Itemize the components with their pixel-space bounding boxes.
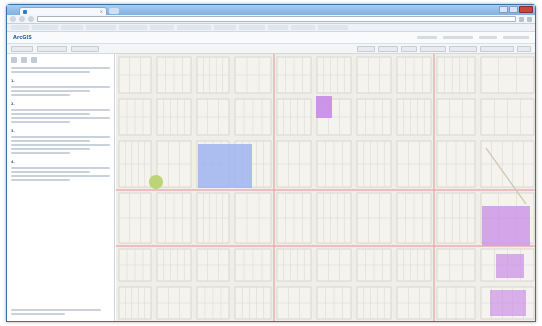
toolbar-button[interactable] — [449, 45, 477, 52]
toolbar-button[interactable] — [37, 45, 67, 52]
forward-icon[interactable] — [19, 16, 25, 22]
bookmark-item[interactable] — [268, 25, 288, 30]
bookmark-item[interactable] — [86, 25, 116, 30]
sidebar-step: 4. — [11, 159, 110, 181]
text-line — [11, 121, 71, 123]
text-line — [11, 152, 71, 154]
highlighted-parcel — [482, 206, 530, 246]
app-content: 1. 2. 3. 4. — [7, 54, 535, 321]
text-line — [11, 136, 110, 138]
app-header: ArcGIS — [7, 32, 535, 44]
header-link[interactable] — [417, 36, 437, 39]
bookmark-item[interactable] — [11, 25, 29, 30]
text-line — [11, 71, 91, 73]
bookmark-item[interactable] — [318, 25, 348, 30]
bookmark-item[interactable] — [177, 25, 211, 30]
bookmark-item[interactable] — [61, 25, 83, 30]
bookmark-item[interactable] — [214, 25, 236, 30]
selected-area — [198, 144, 252, 188]
browser-tab[interactable]: × — [19, 7, 107, 15]
browser-titlebar: × — [7, 5, 535, 15]
star-icon[interactable] — [519, 16, 524, 22]
text-line — [11, 309, 101, 311]
highlighted-parcel — [496, 254, 524, 278]
step-number: 3. — [11, 129, 15, 133]
sidebar-intro — [11, 67, 110, 73]
bookmarks-bar — [7, 24, 535, 32]
header-links — [417, 36, 529, 39]
minimize-button[interactable] — [499, 6, 508, 13]
text-line — [11, 148, 91, 150]
sidebar-step: 3. — [11, 128, 110, 154]
text-line — [11, 144, 110, 146]
map-view[interactable] — [116, 54, 535, 321]
text-line — [11, 67, 110, 69]
text-line — [11, 140, 91, 142]
toolbar-left-group — [11, 45, 99, 52]
text-line — [11, 179, 71, 181]
toolbar-button[interactable] — [71, 45, 99, 52]
map-toolbar — [7, 44, 535, 54]
header-link[interactable] — [503, 36, 529, 39]
new-tab-button[interactable] — [109, 8, 119, 14]
sidebar-tabs — [11, 57, 110, 63]
address-bar — [7, 15, 535, 24]
bookmark-item[interactable] — [150, 25, 174, 30]
menu-icon[interactable] — [527, 16, 532, 22]
text-line — [11, 313, 65, 315]
toolbar-button[interactable] — [420, 45, 446, 52]
sidebar-steps: 1. 2. 3. 4. — [11, 78, 110, 181]
toolbar-button[interactable] — [11, 45, 33, 52]
bookmark-item[interactable] — [291, 25, 315, 30]
contents-icon[interactable] — [31, 57, 37, 63]
bookmark-item[interactable] — [32, 25, 58, 30]
sidebar-step: 2. — [11, 101, 110, 123]
bookmark-item[interactable] — [119, 25, 147, 30]
legend-icon[interactable] — [21, 57, 27, 63]
url-field[interactable] — [37, 16, 516, 22]
text-line — [11, 171, 91, 173]
toolbar-button[interactable] — [480, 45, 514, 52]
toolbar-button[interactable] — [517, 45, 531, 52]
header-link[interactable] — [479, 36, 497, 39]
text-line — [11, 94, 71, 96]
toolbar-right-group — [357, 45, 531, 52]
toolbar-button[interactable] — [378, 45, 398, 52]
details-icon[interactable] — [11, 57, 17, 63]
close-tab-icon[interactable]: × — [100, 9, 103, 14]
sidebar-footer — [11, 307, 101, 317]
text-line — [11, 167, 110, 169]
text-line — [11, 175, 110, 177]
highlighted-parcel — [490, 290, 526, 316]
text-line — [11, 90, 91, 92]
highlighted-parcel — [316, 96, 332, 118]
maximize-button[interactable] — [509, 6, 518, 13]
browser-window: × ArcGIS 1. 2. 3. 4. — [6, 4, 536, 322]
step-number: 4. — [11, 160, 15, 164]
sidebar-panel: 1. 2. 3. 4. — [7, 54, 115, 321]
toolbar-button[interactable] — [357, 45, 375, 52]
back-icon[interactable] — [10, 16, 16, 22]
reload-icon[interactable] — [28, 16, 34, 22]
map-favicon-icon — [23, 9, 27, 14]
app-brand[interactable]: ArcGIS — [13, 35, 32, 41]
text-line — [11, 117, 110, 119]
step-number: 1. — [11, 79, 15, 83]
bookmark-item[interactable] — [239, 25, 265, 30]
window-controls — [499, 6, 533, 13]
header-link[interactable] — [443, 36, 473, 39]
text-line — [11, 109, 110, 111]
text-line — [11, 86, 110, 88]
step-number: 2. — [11, 102, 15, 106]
highlighted-parcel — [149, 175, 163, 189]
text-line — [11, 113, 91, 115]
sidebar-step: 1. — [11, 78, 110, 96]
close-window-button[interactable] — [519, 6, 533, 13]
street-map[interactable] — [116, 54, 535, 321]
toolbar-button[interactable] — [401, 45, 417, 52]
